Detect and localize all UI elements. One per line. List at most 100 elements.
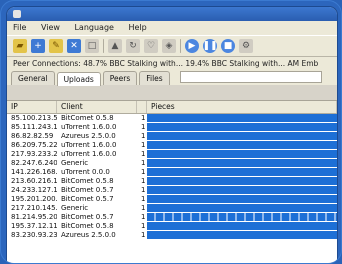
table-header: IP Client Pieces xyxy=(7,101,337,114)
table-row[interactable]: 83.230.93.234 Azureus 2.5.0.0 1 xyxy=(7,231,337,240)
toolbar-separator xyxy=(103,39,104,53)
column-client[interactable]: Client xyxy=(57,101,137,113)
up-icon[interactable]: ▲ xyxy=(108,39,122,53)
peer-ip: 86.209.75.229 xyxy=(11,141,57,149)
peer-flag: 1 xyxy=(141,177,146,185)
blank-icon[interactable]: □ xyxy=(85,39,99,53)
table-row[interactable]: 82.247.6.240 Generic 1 xyxy=(7,159,337,168)
peer-pieces xyxy=(147,159,337,168)
heart-icon[interactable]: ♡ xyxy=(144,39,158,53)
peer-pieces xyxy=(147,150,337,159)
pieces-bar xyxy=(147,141,337,149)
menu-file[interactable]: File xyxy=(13,23,26,32)
table-row[interactable]: 24.233.127.133 BitComet 0.5.7 1 xyxy=(7,186,337,195)
peer-flag: 1 xyxy=(141,213,146,221)
peer-flag: 1 xyxy=(141,168,146,176)
column-ip[interactable]: IP xyxy=(7,101,57,113)
peer-client: BitComet 0.5.7 xyxy=(61,213,114,221)
column-flag[interactable] xyxy=(137,101,147,113)
toolbar: ▰ + ✎ ✕ □ ▲ ↻ ♡ ◈ ▶ ❚❚ ■ ⚙ xyxy=(7,35,337,57)
peer-flag: 1 xyxy=(141,222,146,230)
add-torrent-icon[interactable]: + xyxy=(31,39,45,53)
tab-uploads[interactable]: Uploads xyxy=(56,72,101,86)
menu-help[interactable]: Help xyxy=(129,23,147,32)
tab-peers[interactable]: Peers xyxy=(102,71,138,85)
peer-flag: 1 xyxy=(141,186,146,194)
settings-icon[interactable]: ⚙ xyxy=(239,39,253,53)
table-row[interactable]: 141.226.168.10 uTorrent 0.0.0 1 xyxy=(7,168,337,177)
peer-pieces xyxy=(147,168,337,177)
pieces-bar xyxy=(147,132,337,140)
peer-client: BitComet 0.5.7 xyxy=(61,186,114,194)
peer-pieces xyxy=(147,222,337,231)
open-folder-icon[interactable]: ▰ xyxy=(13,39,27,53)
peer-client: Azureus 2.5.0.0 xyxy=(61,231,116,239)
peer-pieces xyxy=(147,177,337,186)
app-window: File View Language Help ▰ + ✎ ✕ □ ▲ ↻ ♡ … xyxy=(7,7,337,263)
create-torrent-icon[interactable]: ✎ xyxy=(49,39,63,53)
stop-icon[interactable]: ■ xyxy=(221,39,235,53)
peer-flag: 1 xyxy=(141,141,146,149)
toolbar-separator-2 xyxy=(180,39,181,53)
remove-icon[interactable]: ✕ xyxy=(67,39,81,53)
table-row[interactable]: 85.111.243.130 uTorrent 1.6.0.0 1 xyxy=(7,123,337,132)
tab-general[interactable]: General xyxy=(11,71,55,85)
peer-pieces xyxy=(147,231,337,240)
pause-icon[interactable]: ❚❚ xyxy=(202,39,218,53)
pieces-bar xyxy=(147,159,337,167)
peer-client: BitComet 0.5.7 xyxy=(61,195,114,203)
peer-ip: 195.37.12.11 xyxy=(11,222,57,230)
peer-client: uTorrent 1.6.0.0 xyxy=(61,150,117,158)
peer-client: Generic xyxy=(61,159,89,167)
status-line: Peer Connections: 48.7% BBC Stalking wit… xyxy=(7,57,337,70)
pieces-bar xyxy=(147,168,337,176)
peer-ip: 81.214.95.20 xyxy=(11,213,57,221)
peer-flag: 1 xyxy=(141,195,146,203)
peer-client: uTorrent 1.6.0.0 xyxy=(61,141,117,149)
peer-ip: 86.82.82.59 xyxy=(11,132,54,140)
table-row[interactable]: 217.210.145.122 Generic 1 xyxy=(7,204,337,213)
menu-language[interactable]: Language xyxy=(74,23,113,32)
start-icon[interactable]: ▶ xyxy=(185,39,199,53)
peer-ip: 217.210.145.122 xyxy=(11,204,57,212)
pieces-bar xyxy=(147,114,337,122)
column-pieces[interactable]: Pieces xyxy=(147,101,337,113)
pieces-bar xyxy=(147,195,337,203)
shield-icon[interactable]: ◈ xyxy=(162,39,176,53)
filter-input[interactable] xyxy=(179,71,322,83)
pieces-bar xyxy=(147,231,337,239)
peer-ip: 195.201.200.226 xyxy=(11,195,57,203)
table-row[interactable]: 81.214.95.20 BitComet 0.5.7 1 xyxy=(7,213,337,222)
table-row[interactable]: 217.93.233.230 uTorrent 1.6.0.0 1 xyxy=(7,150,337,159)
table-row[interactable]: 86.82.82.59 Azureus 2.5.0.0 1 xyxy=(7,132,337,141)
peer-client: BitComet 0.5.8 xyxy=(61,114,114,122)
table-row[interactable]: 195.37.12.11 BitComet 0.5.8 1 xyxy=(7,222,337,231)
peer-pieces xyxy=(147,186,337,195)
pieces-bar xyxy=(147,150,337,158)
peer-flag: 1 xyxy=(141,204,146,212)
pieces-bar xyxy=(147,177,337,185)
peer-pieces xyxy=(147,195,337,204)
table-row[interactable]: 213.60.216.14 BitComet 0.5.8 1 xyxy=(7,177,337,186)
peer-flag: 1 xyxy=(141,150,146,158)
peer-ip: 85.111.243.130 xyxy=(11,123,57,131)
peer-flag: 1 xyxy=(141,123,146,131)
peer-client: BitComet 0.5.8 xyxy=(61,177,114,185)
menu-view[interactable]: View xyxy=(41,23,60,32)
peer-pieces xyxy=(147,132,337,141)
peer-ip: 82.247.6.240 xyxy=(11,159,57,167)
peer-ip: 24.233.127.133 xyxy=(11,186,57,194)
peer-client: Azureus 2.5.0.0 xyxy=(61,132,116,140)
tab-bar: General Uploads Peers Files xyxy=(7,70,337,86)
tab-files[interactable]: Files xyxy=(139,71,170,85)
pieces-bar xyxy=(147,222,337,230)
screenshot-frame: File View Language Help ▰ + ✎ ✕ □ ▲ ↻ ♡ … xyxy=(0,0,342,264)
table-row[interactable]: 195.201.200.226 BitComet 0.5.7 1 xyxy=(7,195,337,204)
peer-flag: 1 xyxy=(141,132,146,140)
table-row[interactable]: 85.100.213.59 BitComet 0.5.8 1 xyxy=(7,114,337,123)
refresh-icon[interactable]: ↻ xyxy=(126,39,140,53)
peer-client: uTorrent 0.0.0 xyxy=(61,168,110,176)
peer-pieces xyxy=(147,114,337,123)
table-row[interactable]: 86.209.75.229 uTorrent 1.6.0.0 1 xyxy=(7,141,337,150)
peer-ip: 213.60.216.14 xyxy=(11,177,57,185)
